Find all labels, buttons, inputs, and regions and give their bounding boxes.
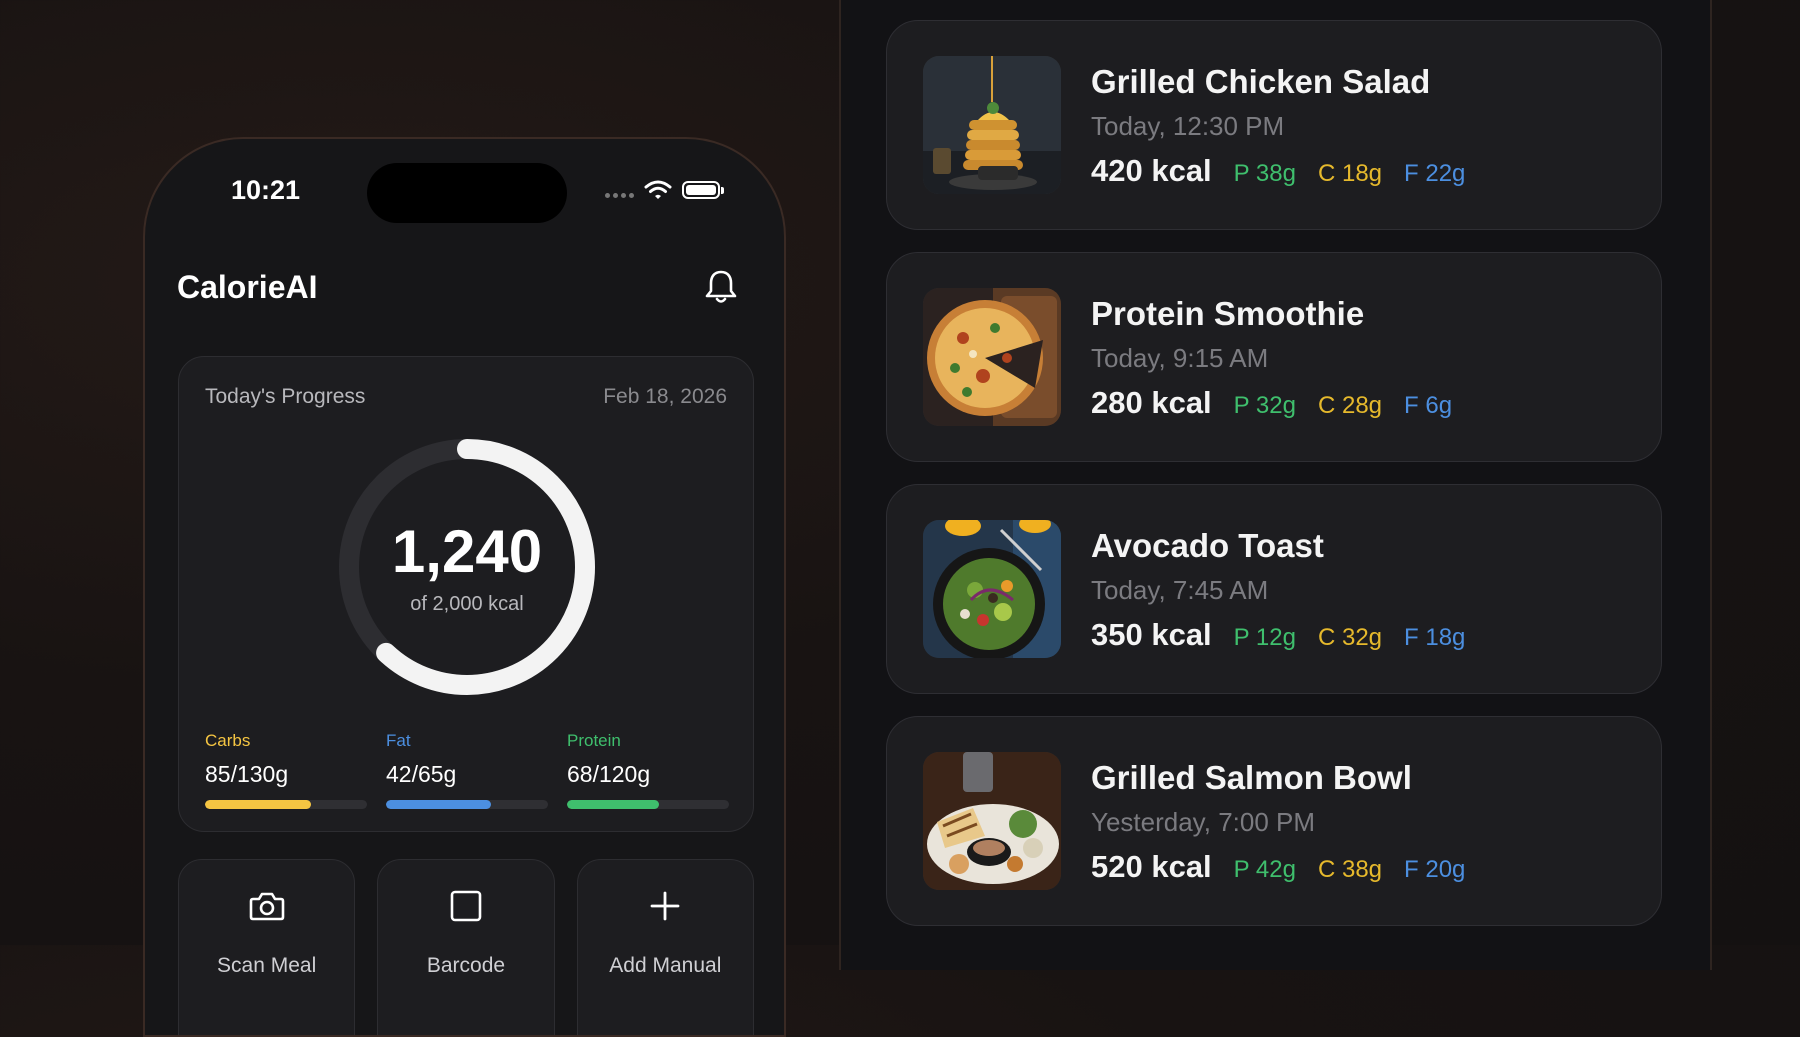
grilled-plate-photo bbox=[923, 752, 1061, 890]
meal-stats: 420 kcal P 38g C 18g F 22g bbox=[1091, 153, 1465, 189]
meal-protein: P 12g bbox=[1233, 624, 1296, 651]
meal-kcal: 420 kcal bbox=[1091, 153, 1212, 188]
meal-fat: F 6g bbox=[1404, 392, 1453, 419]
meal-carbs: C 38g bbox=[1317, 856, 1383, 883]
status-time: 10:21 bbox=[231, 175, 301, 205]
meal-protein: P 42g bbox=[1233, 856, 1296, 883]
meal-stats: 520 kcal P 42g C 38g F 20g bbox=[1091, 849, 1465, 885]
macro-bar bbox=[386, 800, 548, 809]
pancakes-photo bbox=[923, 56, 1061, 194]
scan-meal-button[interactable]: Scan Meal bbox=[178, 859, 356, 1035]
meal-carbs: C 28g bbox=[1317, 392, 1383, 419]
battery-icon bbox=[682, 181, 724, 199]
quick-actions: Scan Meal Barcode Add Manual bbox=[178, 859, 754, 1035]
barcode-icon bbox=[450, 890, 482, 922]
meal-kcal: 520 kcal bbox=[1091, 849, 1212, 884]
macro-bar bbox=[567, 800, 729, 809]
meal-card[interactable]: Grilled Salmon Bowl Yesterday, 7:00 PM 5… bbox=[886, 716, 1662, 926]
meal-time: Yesterday, 7:00 PM bbox=[1091, 807, 1316, 837]
todays-progress-card: Today's Progress Feb 18, 2026 1,240 of 2… bbox=[178, 356, 754, 832]
meal-stats: 280 kcal P 32g C 28g F 6g bbox=[1091, 385, 1452, 421]
meal-name: Protein Smoothie bbox=[1091, 295, 1365, 332]
meal-time: Today, 7:45 AM bbox=[1091, 575, 1269, 605]
calories-consumed: 1,240 bbox=[391, 518, 543, 585]
macro-bar-fill bbox=[205, 800, 311, 809]
meals-panel: Grilled Chicken Salad Today, 12:30 PM 42… bbox=[839, 0, 1712, 970]
meal-protein: P 32g bbox=[1233, 392, 1296, 419]
meal-protein: P 38g bbox=[1233, 160, 1296, 187]
macro-protein: Protein 68/120g bbox=[567, 731, 729, 809]
meal-name: Grilled Salmon Bowl bbox=[1091, 759, 1412, 796]
meal-name: Avocado Toast bbox=[1091, 527, 1324, 564]
meal-carbs: C 18g bbox=[1317, 160, 1383, 187]
progress-title: Today's Progress bbox=[205, 385, 366, 408]
action-label: Barcode bbox=[426, 954, 506, 977]
macro-fat: Fat 42/65g bbox=[386, 731, 548, 809]
macro-value: 68/120g bbox=[567, 761, 651, 787]
salad-bowl-photo bbox=[923, 520, 1061, 658]
macro-value: 85/130g bbox=[205, 761, 289, 787]
meal-kcal: 350 kcal bbox=[1091, 617, 1212, 652]
macro-label: Carbs bbox=[205, 731, 251, 750]
meal-stats: 350 kcal P 12g C 32g F 18g bbox=[1091, 617, 1465, 653]
status-icons bbox=[605, 179, 724, 201]
plus-icon bbox=[650, 891, 680, 921]
macro-label: Protein bbox=[567, 731, 621, 750]
calories-goal: of 2,000 kcal bbox=[410, 593, 524, 615]
add-manual-button[interactable]: Add Manual bbox=[576, 859, 754, 1035]
macro-bar bbox=[205, 800, 367, 809]
bell-icon[interactable] bbox=[701, 267, 741, 307]
macro-carbs: Carbs 85/130g bbox=[205, 731, 367, 809]
meal-fat: F 18g bbox=[1404, 624, 1466, 651]
meal-name: Grilled Chicken Salad bbox=[1091, 63, 1431, 100]
meal-time: Today, 9:15 AM bbox=[1091, 343, 1269, 373]
macro-bar-fill bbox=[567, 800, 659, 809]
wifi-icon bbox=[644, 180, 672, 199]
meal-kcal: 280 kcal bbox=[1091, 385, 1212, 420]
meal-fat: F 20g bbox=[1404, 856, 1466, 883]
progress-date: Feb 18, 2026 bbox=[603, 385, 727, 408]
app-title: CalorieAI bbox=[177, 269, 318, 305]
dynamic-island bbox=[367, 163, 567, 223]
macro-bar-fill bbox=[386, 800, 491, 809]
meal-card[interactable]: Avocado Toast Today, 7:45 AM 350 kcal P … bbox=[886, 484, 1662, 694]
meal-time: Today, 12:30 PM bbox=[1091, 111, 1285, 141]
action-label: Add Manual bbox=[609, 954, 722, 977]
camera-icon bbox=[249, 892, 284, 921]
macro-label: Fat bbox=[386, 731, 411, 750]
signal-icon bbox=[605, 192, 634, 198]
meal-card[interactable]: Protein Smoothie Today, 9:15 AM 280 kcal… bbox=[886, 252, 1662, 462]
meal-carbs: C 32g bbox=[1317, 624, 1383, 651]
action-label: Scan Meal bbox=[217, 954, 317, 977]
pizza-photo bbox=[923, 288, 1061, 426]
macro-value: 42/65g bbox=[386, 761, 457, 787]
meal-card[interactable]: Grilled Chicken Salad Today, 12:30 PM 42… bbox=[886, 20, 1662, 230]
meal-fat: F 22g bbox=[1404, 160, 1466, 187]
phone-mockup: 10:21 CalorieAI Today's Progress Feb 18,… bbox=[143, 137, 786, 1037]
barcode-button[interactable]: Barcode bbox=[377, 859, 555, 1035]
